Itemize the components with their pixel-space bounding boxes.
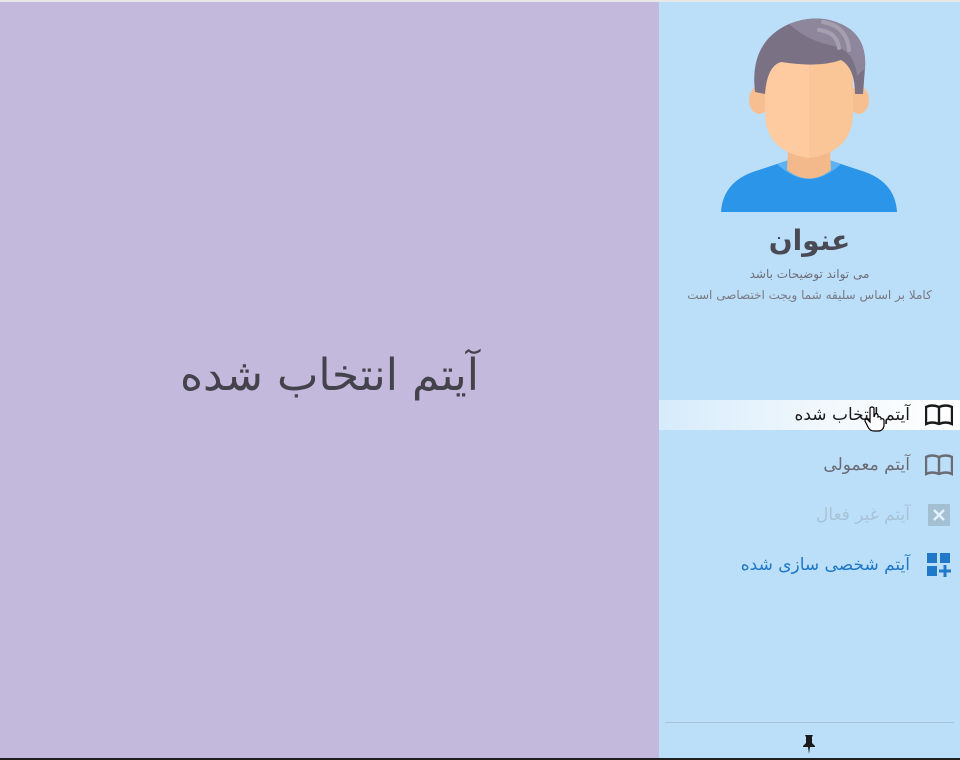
menu-item-disabled: آیتم غیر فعال xyxy=(659,500,960,530)
selected-item-display: آیتم انتخاب شده xyxy=(180,350,479,401)
menu-item-label: آیتم معمولی xyxy=(823,455,910,475)
menu-item-custom[interactable]: آیتم شخصی سازی شده xyxy=(659,550,960,580)
menu-item-label: آیتم شخصی سازی شده xyxy=(740,555,910,575)
person-avatar-icon xyxy=(721,18,897,212)
app-window: آیتم انتخاب شده عنوان می تواند توضیحات ب… xyxy=(0,0,960,760)
profile-description-line1: می تواند توضیحات باشد xyxy=(749,267,870,281)
menu-item-label: آیتم انتخاب شده xyxy=(794,405,910,425)
menu-item-selected[interactable]: آیتم انتخاب شده xyxy=(659,400,960,430)
menu-item-normal[interactable]: آیتم معمولی xyxy=(659,450,960,480)
menu-item-label: آیتم غیر فعال xyxy=(816,505,910,525)
content-area: آیتم انتخاب شده xyxy=(0,2,659,758)
pin-icon[interactable] xyxy=(799,734,819,754)
profile-description-line2: کاملا بر اساس سلیقه شما ویجت اختصاصی است xyxy=(687,288,932,302)
profile-section: عنوان می تواند توضیحات باشد کاملا بر اسا… xyxy=(659,2,960,322)
sidebar: عنوان می تواند توضیحات باشد کاملا بر اسا… xyxy=(659,2,960,758)
footer-divider xyxy=(665,722,954,723)
sidebar-menu: آیتم انتخاب شده آیتم معمولی آیتم غیر فعا… xyxy=(659,400,960,600)
book-open-icon xyxy=(924,400,954,430)
hand-cursor-icon xyxy=(864,406,885,432)
close-box-icon xyxy=(924,500,954,530)
book-open-icon xyxy=(924,450,954,480)
profile-title: عنوان xyxy=(768,224,851,257)
dashboard-add-icon xyxy=(924,550,954,580)
